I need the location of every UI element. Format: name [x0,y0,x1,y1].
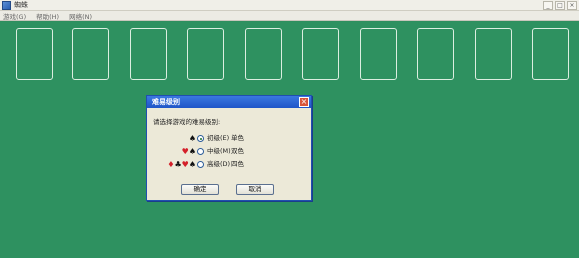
menu-game[interactable]: 游戏(G) [3,11,26,21]
menu-network[interactable]: 网络(N) [69,11,92,21]
club-icon: ♣ [174,160,182,169]
card-slot[interactable] [16,28,53,80]
ok-button[interactable]: 确定 [181,184,219,195]
card-slot[interactable] [130,28,167,80]
window-title: 蜘蛛 [14,1,28,9]
menu-bar: 游戏(G) 帮助(H) 网络(N) [0,11,579,21]
app-icon [2,0,11,10]
close-icon[interactable]: × [299,97,309,107]
card-slot[interactable] [417,28,454,80]
card-slot[interactable] [187,28,224,80]
dialog-prompt: 请选择游戏的难易级别: [153,118,221,126]
cancel-button[interactable]: 取消 [236,184,274,195]
spade-icon: ♠ [188,134,196,143]
suit-icons: ♠ [189,134,196,143]
option-desc: 四色 [231,160,244,168]
option-intermediate[interactable]: ♥♠ 中级(M) 双色 [147,147,313,157]
suit-icons: ♥♠ [182,147,196,156]
title-bar: 蜘蛛 _ □ × [0,0,579,11]
radio-advanced[interactable] [197,161,204,168]
option-desc: 双色 [231,147,244,155]
card-slot[interactable] [360,28,397,80]
card-slot[interactable] [475,28,512,80]
option-desc: 单色 [231,134,244,142]
option-label: 高级(D) [207,160,231,168]
radio-beginner[interactable] [197,135,204,142]
option-label: 中级(M) [207,147,231,155]
radio-intermediate[interactable] [197,148,204,155]
card-slot[interactable] [245,28,282,80]
menu-help[interactable]: 帮助(H) [36,11,59,21]
spade-icon: ♠ [188,147,196,156]
dialog-title-bar: 难易级别 × [147,96,311,108]
spade-icon: ♠ [188,160,196,169]
minimize-button[interactable]: _ [543,1,553,10]
option-beginner[interactable]: ♠ 初级(E) 单色 [147,134,313,144]
dialog-title: 难易级别 [152,98,180,106]
difficulty-dialog: 难易级别 × 请选择游戏的难易级别: ♠ 初级(E) 单色 ♥♠ 中级(M) 双… [146,95,312,201]
maximize-button[interactable]: □ [555,1,565,10]
option-advanced[interactable]: ♦♣♥♠ 高级(D) 四色 [147,160,313,170]
card-slot[interactable] [72,28,109,80]
suit-icons: ♦♣♥♠ [167,160,196,169]
heart-icon: ♥ [181,147,189,156]
option-label: 初级(E) [207,134,230,142]
close-button[interactable]: × [567,1,577,10]
card-slot[interactable] [532,28,569,80]
heart-icon: ♥ [181,160,189,169]
card-slot[interactable] [302,28,339,80]
window-controls: _ □ × [543,1,577,10]
